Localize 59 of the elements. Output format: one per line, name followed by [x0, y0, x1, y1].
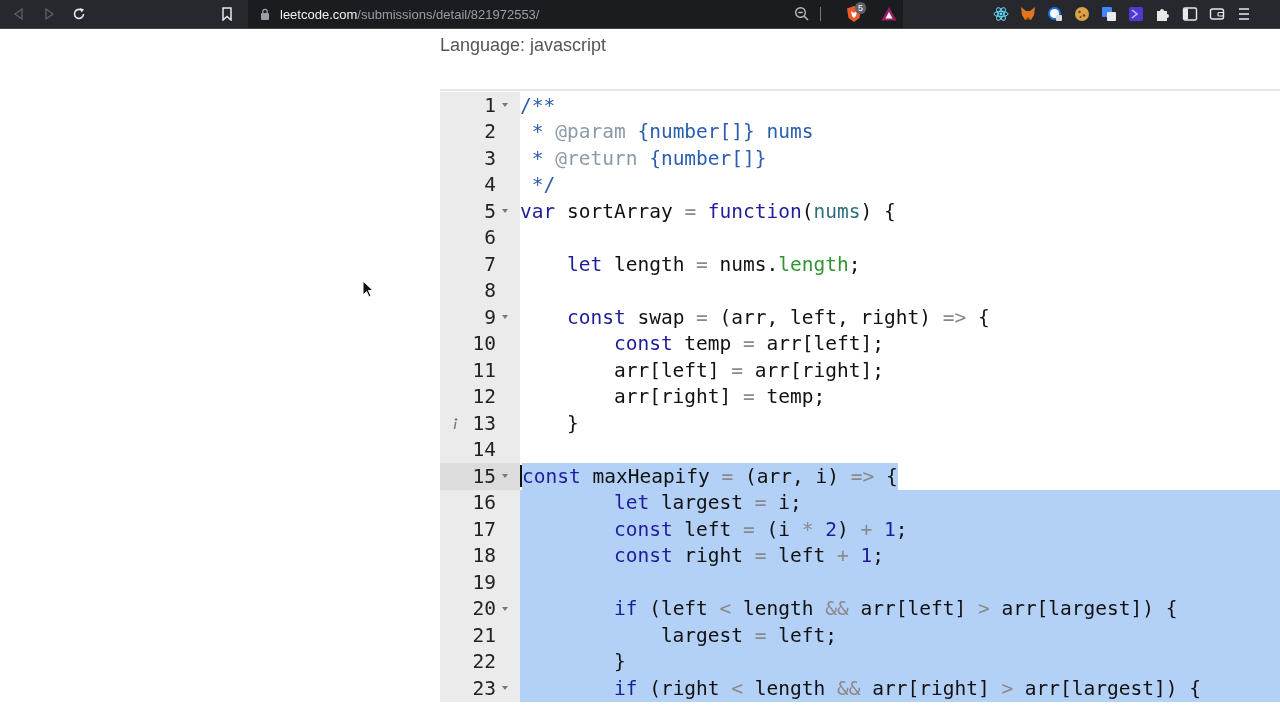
code-line: arr[left] = arr[right];	[612, 357, 885, 384]
line-number: 9	[483, 305, 496, 329]
code-line: const temp = arr[left];	[612, 331, 885, 357]
line-number: 12	[471, 385, 496, 409]
zoom-out-icon[interactable]	[794, 6, 810, 22]
url-text: leetcode.com/submissions/detail/821972553/	[280, 6, 540, 22]
sidebar-icon[interactable]	[1182, 6, 1198, 22]
code-line: * @param {number[]} nums	[530, 119, 815, 145]
atom-icon[interactable]	[993, 6, 1009, 22]
line-number: 18	[471, 544, 496, 568]
line-number: 8	[483, 279, 496, 303]
line-number: 16	[471, 491, 496, 515]
line-number: 5	[483, 199, 496, 223]
code-line: const swap = (arr, left, right) => {	[565, 304, 991, 331]
line-number: 7	[483, 252, 496, 276]
line-number: 17	[471, 517, 496, 541]
line-number: 1	[483, 93, 496, 117]
code-line: var sortArray = function(nums) {	[520, 198, 897, 225]
reload-button[interactable]	[72, 7, 86, 21]
fold-arrow-icon[interactable]	[501, 102, 509, 109]
line-number: 19	[471, 570, 496, 594]
code-line: }	[565, 410, 580, 437]
code-line: * @return {number[]}	[530, 145, 768, 172]
triangle-icon[interactable]	[881, 6, 897, 22]
line-number: 4	[483, 173, 496, 197]
line-number: 22	[471, 650, 496, 674]
code-line: arr[right] = temp;	[612, 384, 827, 410]
shield-icon[interactable]: 5	[845, 5, 863, 23]
cookie-icon[interactable]	[1074, 6, 1090, 22]
line-number: 6	[483, 226, 496, 250]
code-line: /**	[520, 92, 557, 119]
line-number: 11	[471, 358, 496, 382]
line-number: 2	[483, 120, 496, 144]
line-number: 10	[471, 332, 496, 356]
lock-icon	[260, 8, 270, 20]
puzzle-icon[interactable]	[1155, 6, 1171, 22]
language-label: Language: javascript	[440, 35, 608, 57]
line-number: 3	[483, 146, 496, 170]
code-line: let length = nums.length;	[565, 251, 862, 278]
fold-arrow-icon[interactable]	[501, 685, 509, 692]
fold-arrow-icon[interactable]	[501, 208, 509, 215]
wallet-icon[interactable]	[1209, 6, 1225, 22]
line-number: 23	[471, 676, 496, 700]
bookmark-icon[interactable]	[220, 7, 234, 21]
badge-count: 5	[855, 2, 866, 14]
address-bar[interactable]: leetcode.com/submissions/detail/821972553/ 5	[248, 0, 903, 28]
code-line: */	[530, 172, 557, 198]
fold-arrow-icon[interactable]	[501, 314, 509, 321]
line-number: 21	[471, 623, 496, 647]
menu-icon[interactable]	[1236, 6, 1252, 22]
terminal-icon[interactable]	[1128, 6, 1144, 22]
line-number: 20	[471, 597, 496, 621]
line-number: 13	[471, 411, 496, 435]
fox-icon[interactable]	[1020, 6, 1036, 22]
line-number: 14	[471, 438, 496, 462]
fold-arrow-icon[interactable]	[501, 473, 509, 480]
fold-arrow-icon[interactable]	[501, 605, 509, 612]
mouse-pointer-icon	[362, 280, 374, 298]
line-number: 15	[471, 464, 496, 488]
